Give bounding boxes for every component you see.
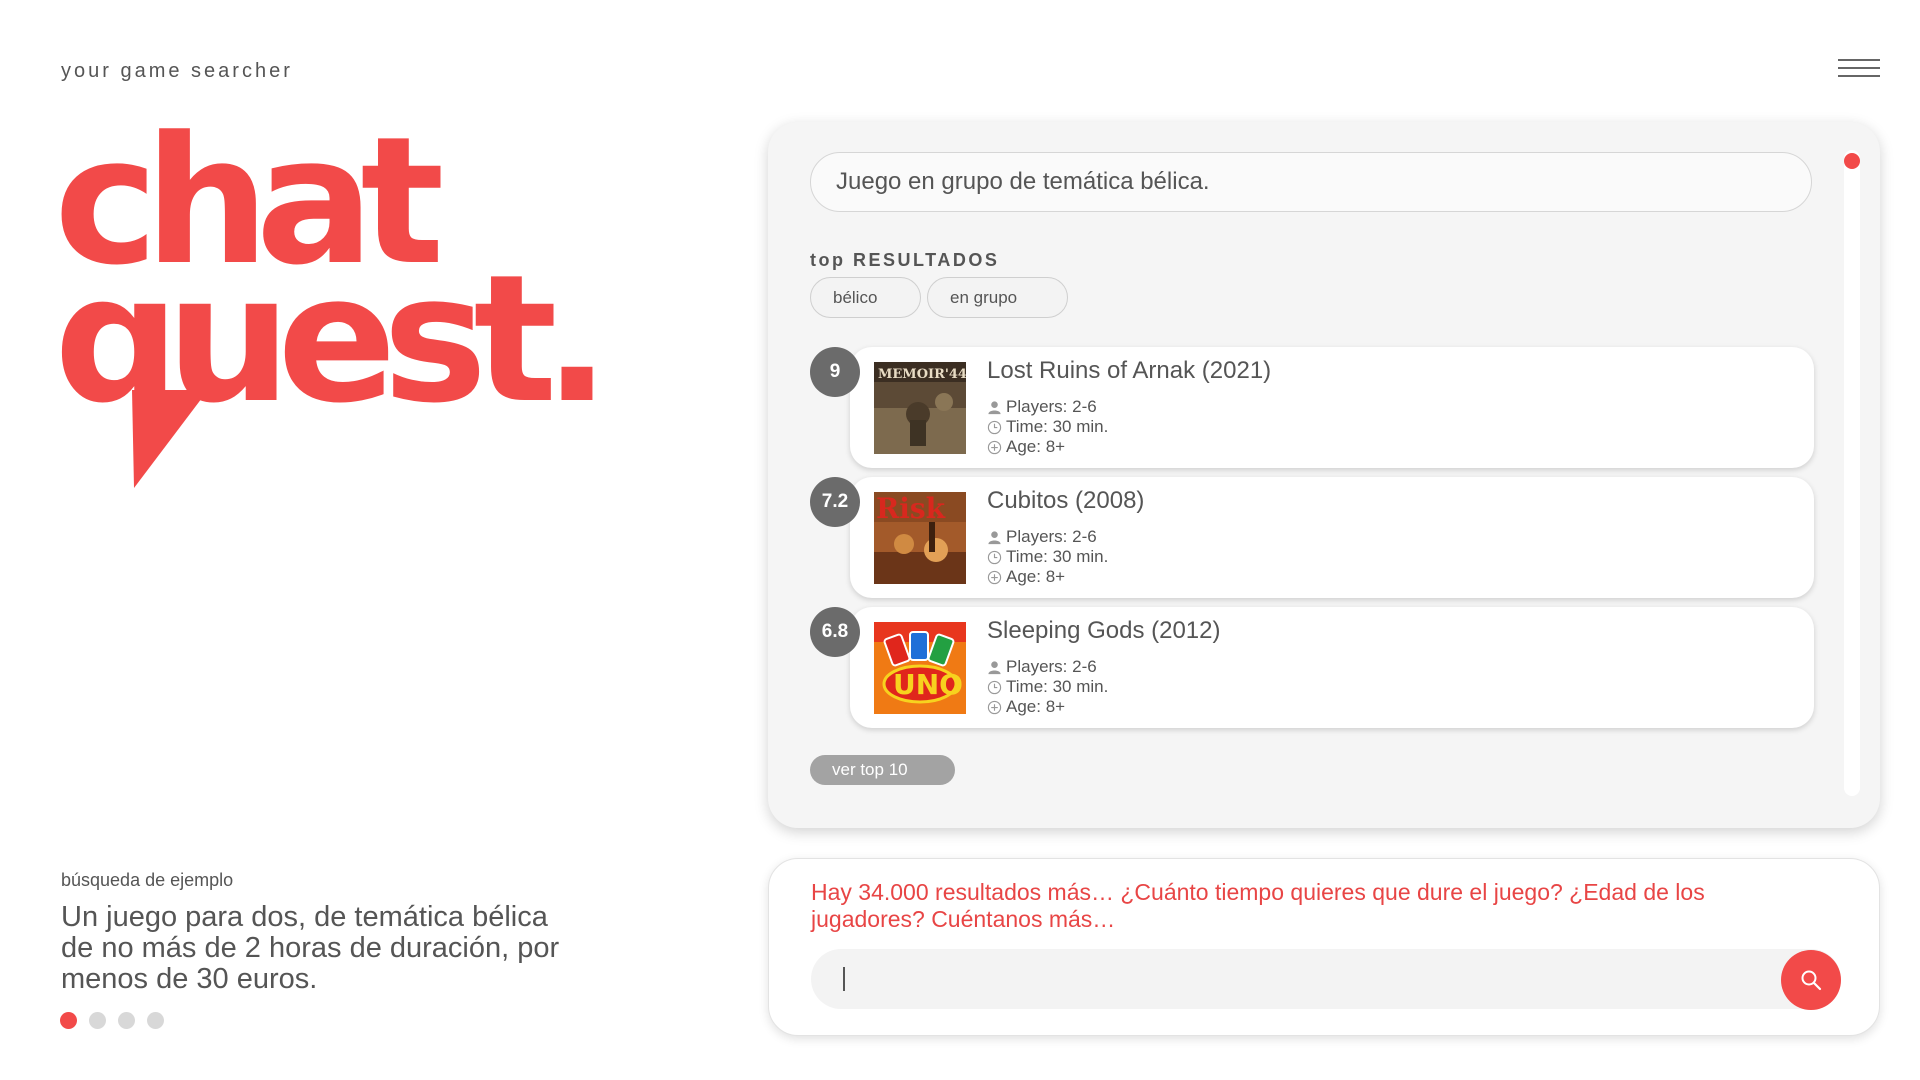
uno-box-art-graphic: UNO — [874, 622, 966, 714]
players-row: Players: 2-6 — [987, 527, 1108, 547]
tagline: your game searcher — [61, 60, 293, 82]
clock-icon — [987, 420, 1002, 434]
page: your game searcher chat quest. búsqueda … — [0, 0, 1920, 1080]
chat-panel: Hay 34.000 resultados más… ¿Cuánto tiemp… — [768, 858, 1880, 1036]
time-row: Time: 30 min. — [987, 677, 1108, 697]
age-text: Age: 8+ — [1006, 567, 1066, 586]
carousel-dot-2[interactable] — [89, 1012, 106, 1029]
age-plus-icon — [987, 570, 1002, 584]
search-icon — [1801, 970, 1822, 991]
menu-line — [1838, 75, 1880, 77]
clock-icon — [987, 550, 1002, 564]
players-text: Players: 2-6 — [1006, 527, 1097, 546]
time-row: Time: 30 min. — [987, 547, 1108, 567]
thumb-label: MEMOIR'44 — [878, 367, 966, 382]
results-panel: Juego en grupo de temática bélica. top R… — [768, 122, 1880, 828]
result-card[interactable]: MEMOIR'44 Lost Ruins of Arnak (2021) Pla… — [850, 347, 1814, 468]
time-row: Time: 30 min. — [987, 417, 1108, 437]
game-meta: Players: 2-6 Time: 30 min. Age: 8+ — [987, 657, 1108, 717]
results-heading-prefix: top — [810, 250, 846, 270]
age-plus-icon — [987, 440, 1002, 454]
see-top-10-button[interactable]: ver top 10 — [810, 755, 955, 785]
memoir-44-box-art: MEMOIR'44 — [874, 362, 966, 454]
game-meta: Players: 2-6 Time: 30 min. Age: 8+ — [987, 397, 1108, 457]
filter-tags: bélico en grupo — [810, 277, 1068, 318]
query-field[interactable]: Juego en grupo de temática bélica. — [810, 152, 1812, 212]
age-row: Age: 8+ — [987, 437, 1108, 457]
score-badge: 7.2 — [810, 477, 860, 527]
search-button[interactable] — [1781, 950, 1841, 1010]
clock-icon — [987, 680, 1002, 694]
hamburger-menu-icon[interactable] — [1838, 56, 1882, 82]
result-list: 9 MEMOIR'44 Lost Ruins of Arnak (2021) P… — [810, 347, 1814, 737]
text-caret — [843, 967, 845, 991]
example-query-text: Un juego para dos, de temática bélica de… — [61, 901, 560, 995]
memoir-44-box-art-graphic: MEMOIR'44 — [874, 362, 966, 454]
chat-input[interactable] — [835, 949, 1765, 1009]
tag-en-grupo[interactable]: en grupo — [927, 277, 1068, 318]
person-icon — [988, 660, 1001, 674]
assistant-message: Hay 34.000 resultados más… ¿Cuánto tiemp… — [811, 879, 1705, 932]
age-row: Age: 8+ — [987, 697, 1108, 717]
age-row: Age: 8+ — [987, 567, 1108, 587]
age-plus-icon — [987, 700, 1002, 714]
score-badge: 6.8 — [810, 607, 860, 657]
menu-line — [1838, 67, 1880, 69]
carousel-dot-3[interactable] — [118, 1012, 135, 1029]
uno-box-art: UNO — [874, 622, 966, 714]
result-item: 6.8 UNO Sleeping Gods (2012) Players: 2-… — [810, 607, 1814, 737]
result-item: 9 MEMOIR'44 Lost Ruins of Arnak (2021) P… — [810, 347, 1814, 477]
risk-box-art: Risk — [874, 492, 966, 584]
risk-box-art-graphic: Risk — [874, 492, 966, 584]
thumb-label: UNO — [893, 668, 963, 701]
players-row: Players: 2-6 — [987, 397, 1108, 417]
game-meta: Players: 2-6 Time: 30 min. Age: 8+ — [987, 527, 1108, 587]
carousel-dot-1[interactable] — [60, 1012, 77, 1029]
game-title: Sleeping Gods (2012) — [987, 617, 1221, 644]
results-heading: top RESULTADOS — [810, 250, 999, 271]
scrollbar-thumb[interactable] — [1844, 153, 1860, 169]
time-text: Time: 30 min. — [1006, 677, 1109, 696]
result-card[interactable]: UNO Sleeping Gods (2012) Players: 2-6 Ti… — [850, 607, 1814, 728]
person-icon — [988, 530, 1001, 544]
time-text: Time: 30 min. — [1006, 417, 1109, 436]
person-icon — [988, 400, 1001, 414]
players-row: Players: 2-6 — [987, 657, 1108, 677]
age-text: Age: 8+ — [1006, 697, 1066, 716]
chat-input-wrapper — [811, 949, 1841, 1009]
carousel-dots — [60, 1012, 164, 1029]
results-heading-main: RESULTADOS — [853, 250, 1000, 270]
players-text: Players: 2-6 — [1006, 657, 1097, 676]
result-card[interactable]: Risk Cubitos (2008) Players: 2-6 Time: 3… — [850, 477, 1814, 598]
game-title: Lost Ruins of Arnak (2021) — [987, 357, 1272, 384]
players-text: Players: 2-6 — [1006, 397, 1097, 416]
thumb-label: Risk — [876, 492, 946, 525]
chatquest-logo: chat quest. — [58, 110, 698, 500]
chatquest-logo-graphic: chat quest. — [58, 110, 610, 488]
tag-belico[interactable]: bélico — [810, 277, 921, 318]
game-title: Cubitos (2008) — [987, 487, 1145, 514]
age-text: Age: 8+ — [1006, 437, 1066, 456]
time-text: Time: 30 min. — [1006, 547, 1109, 566]
menu-line — [1838, 59, 1880, 61]
score-badge: 9 — [810, 347, 860, 397]
carousel-dot-4[interactable] — [147, 1012, 164, 1029]
example-label: búsqueda de ejemplo — [61, 870, 234, 890]
results-scrollbar[interactable] — [1844, 150, 1860, 796]
result-item: 7.2 Risk Cubitos (2008) Players: 2-6 Tim… — [810, 477, 1814, 607]
